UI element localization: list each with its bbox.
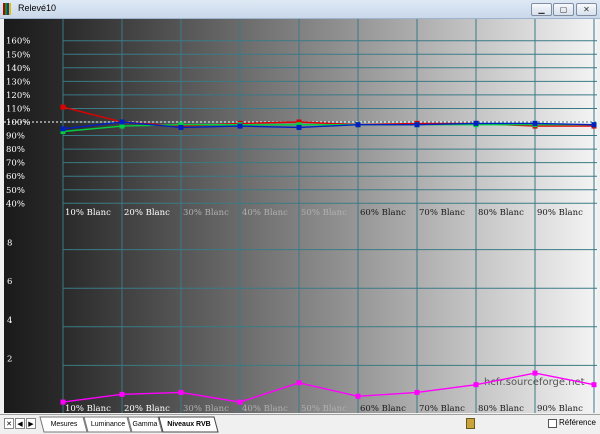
watermark: hcfr.sourceforge.net [484, 377, 585, 388]
reference-label: Référence [559, 418, 596, 427]
maximize-icon: ▢ [559, 5, 568, 14]
data-point-magenta[interactable] [414, 389, 420, 395]
x-category-label: 20% Blanc [124, 208, 170, 218]
arrow-right-icon: ▶ [28, 419, 34, 428]
y-tick-label: 130% [6, 77, 30, 87]
data-point-blue[interactable] [60, 126, 66, 132]
y-tick-label: 50% [6, 186, 25, 196]
data-point-blue[interactable] [178, 124, 184, 130]
x-category-label: 20% Blanc [124, 404, 170, 413]
x-category-label: 60% Blanc [360, 208, 406, 218]
x-category-label: 60% Blanc [360, 404, 406, 413]
data-point-blue[interactable] [532, 120, 538, 126]
tab-mesures[interactable]: Mesures [42, 417, 86, 431]
x-category-label: 40% Blanc [242, 404, 288, 413]
data-point-magenta[interactable] [355, 393, 361, 399]
x-category-label: 70% Blanc [419, 208, 465, 218]
nav-prev-button[interactable]: ◀ [15, 418, 25, 429]
y-tick-label: 6 [7, 277, 12, 287]
y-tick-label: 4 [7, 316, 12, 326]
x-category-label: 10% Blanc [65, 208, 111, 218]
app-window: Relevé10 ▁ ▢ ✕ 160% 150% 140% 130% 120% 110% 1… [0, 0, 600, 434]
tab-gamma[interactable]: Gamma [130, 417, 160, 431]
data-point-blue[interactable] [237, 123, 243, 129]
tab-luminance[interactable]: Luminance [86, 417, 130, 431]
data-point-blue[interactable] [119, 119, 125, 125]
y-tick-label: 70% [6, 159, 25, 169]
x-category-label: 30% Blanc [183, 208, 229, 218]
close-icon: ✕ [583, 5, 590, 14]
arrow-left-icon: ◀ [17, 419, 23, 428]
data-point-magenta[interactable] [532, 370, 538, 376]
x-category-label: 10% Blanc [65, 404, 111, 413]
minimize-button[interactable]: ▁ [531, 3, 552, 16]
y-tick-label: 90% [6, 132, 25, 142]
x-category-label: 80% Blanc [478, 404, 524, 413]
y-tick-label: 60% [6, 172, 25, 182]
close-x-icon: ✕ [6, 419, 12, 428]
y-tick-label: 8 [7, 239, 12, 249]
data-point-blue[interactable] [296, 124, 302, 130]
x-category-label: 50% Blanc [301, 208, 347, 218]
nav-first-button[interactable]: ✕ [4, 418, 14, 429]
data-point-red[interactable] [60, 104, 66, 110]
y-tick-label: 120% [6, 91, 30, 101]
y-tick-label: 140% [6, 64, 30, 74]
data-point-magenta[interactable] [473, 382, 479, 388]
x-category-label: 30% Blanc [183, 404, 229, 413]
x-category-label: 50% Blanc [301, 404, 347, 413]
y-tick-label: 100% [6, 118, 30, 128]
data-point-magenta[interactable] [60, 399, 66, 405]
title-bar[interactable]: Relevé10 ▁ ▢ ✕ [0, 0, 600, 19]
data-point-blue[interactable] [473, 120, 479, 126]
rgb-levels-chart[interactable]: 160% 150% 140% 130% 120% 110% 100% 90% 80% 70% 60%… [4, 19, 597, 238]
x-category-label: 90% Blanc [537, 208, 583, 218]
window-title: Relevé10 [18, 3, 57, 13]
data-point-blue[interactable] [414, 122, 420, 128]
delta-e-chart[interactable]: 8 6 4 2 10% Blanc 20% Blanc 30% Blanc 40% Blanc… [4, 238, 597, 413]
y-tick-label: 110% [6, 104, 30, 114]
data-point-magenta[interactable] [119, 391, 125, 397]
x-category-label: 70% Blanc [419, 404, 465, 413]
shield-icon[interactable] [466, 418, 475, 429]
maximize-button[interactable]: ▢ [553, 3, 574, 16]
y-tick-label: 150% [6, 50, 30, 60]
app-icon [3, 3, 13, 15]
tab-niveaux-rvb[interactable]: Niveaux RVB [161, 417, 217, 431]
x-category-label: 80% Blanc [478, 208, 524, 218]
data-point-magenta[interactable] [237, 399, 243, 405]
reference-checkbox[interactable] [548, 419, 557, 428]
y-tick-label: 40% [6, 199, 25, 209]
close-button[interactable]: ✕ [576, 3, 597, 16]
data-point-magenta[interactable] [296, 380, 302, 386]
minimize-icon: ▁ [538, 5, 545, 14]
y-tick-label: 160% [6, 37, 30, 47]
data-point-blue[interactable] [355, 122, 361, 128]
nav-next-button[interactable]: ▶ [26, 418, 36, 429]
data-point-magenta[interactable] [178, 389, 184, 395]
y-tick-label: 2 [7, 354, 12, 364]
data-point-magenta[interactable] [591, 382, 597, 388]
data-point-blue[interactable] [591, 122, 597, 128]
x-category-label: 40% Blanc [242, 208, 288, 218]
y-tick-label: 80% [6, 145, 25, 155]
tab-bar: ✕ ◀ ▶ Mesures Luminance Gamma Niveaux RV… [0, 414, 600, 434]
x-category-label: 90% Blanc [537, 404, 583, 413]
